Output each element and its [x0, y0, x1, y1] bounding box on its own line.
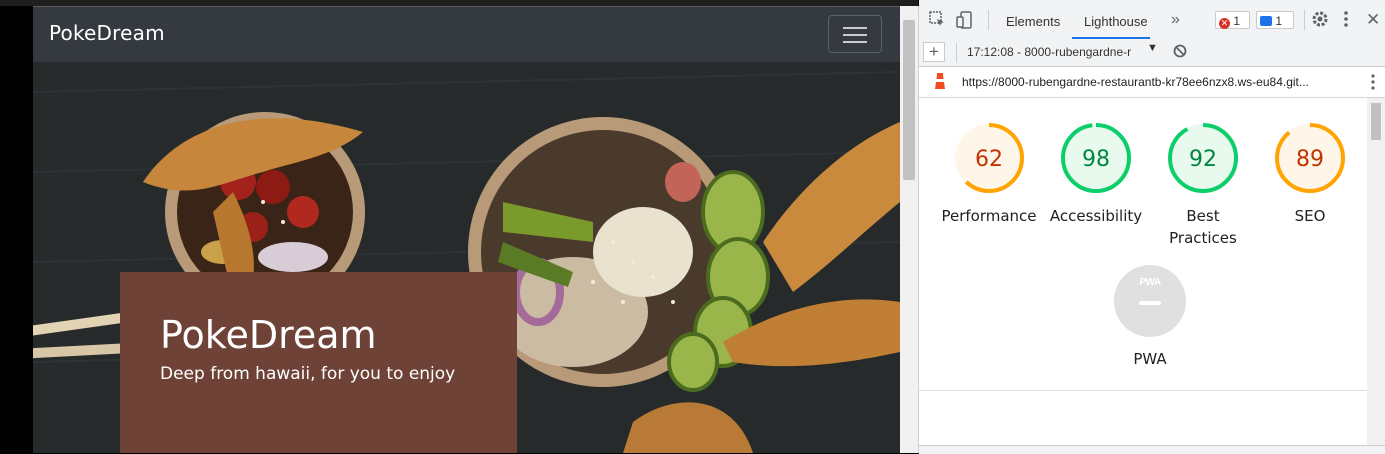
- hero-subtitle: Deep from hawaii, for you to enjoy: [160, 364, 456, 384]
- website-viewport: PokeDream PokeDream Deep from hawaii, fo…: [33, 6, 900, 453]
- score-value: 62: [975, 147, 1003, 172]
- devtools-tab-bar: Elements Lighthouse » ✕ 1 1 ✕: [919, 0, 1385, 41]
- report-url[interactable]: https://8000-rubengardne-restaurantb-kr7…: [962, 75, 1309, 89]
- gauge-best-practices[interactable]: 92 Best Practices: [1148, 121, 1258, 249]
- tab-separator: [988, 10, 989, 30]
- errors-badge[interactable]: ✕ 1: [1215, 11, 1250, 29]
- device-toolbar-icon[interactable]: [956, 11, 974, 33]
- report-url-bar: https://8000-rubengardne-restaurantb-kr7…: [919, 67, 1385, 98]
- score-value: 89: [1296, 147, 1324, 172]
- navbar-brand[interactable]: PokeDream: [49, 21, 165, 45]
- lighthouse-icon: [933, 73, 947, 96]
- score-label: Best Practices: [1169, 207, 1237, 247]
- error-icon: ✕: [1219, 18, 1230, 29]
- messages-badge[interactable]: 1: [1256, 11, 1294, 29]
- chevron-down-icon[interactable]: ▼: [1147, 42, 1158, 54]
- inspect-element-icon[interactable]: [929, 11, 945, 31]
- clear-icon[interactable]: [1173, 44, 1187, 63]
- tab-lighthouse[interactable]: Lighthouse: [1084, 14, 1148, 29]
- hamburger-icon-bar: [843, 41, 867, 43]
- hamburger-icon-bar: [843, 34, 867, 36]
- kebab-menu-icon[interactable]: [1343, 10, 1349, 32]
- score-label: Accessibility: [1049, 207, 1143, 225]
- message-icon: [1260, 16, 1272, 26]
- devtools-panel: Elements Lighthouse » ✕ 1 1 ✕ + 17:12:08…: [919, 0, 1385, 454]
- lighthouse-toolbar: + 17:12:08 - 8000-rubengardne-r ▼: [919, 40, 1385, 67]
- gauge-seo[interactable]: 89 SEO: [1255, 121, 1365, 227]
- report-menu-icon[interactable]: [1371, 74, 1375, 95]
- new-report-button[interactable]: +: [923, 42, 945, 62]
- tab-elements[interactable]: Elements: [1006, 14, 1060, 29]
- hero-carousel: PokeDream Deep from hawaii, for you to e…: [33, 62, 900, 453]
- report-divider: [919, 390, 1367, 391]
- report-scrollbar[interactable]: [1367, 98, 1385, 453]
- gauge-performance[interactable]: 62 Performance: [934, 121, 1044, 227]
- hero-title: PokeDream: [160, 313, 377, 357]
- score-value: 98: [1082, 147, 1110, 172]
- close-icon[interactable]: ✕: [1366, 10, 1380, 30]
- gear-icon[interactable]: [1311, 10, 1329, 32]
- hero-caption-box: PokeDream Deep from hawaii, for you to e…: [120, 272, 517, 453]
- tab-separator: [1304, 10, 1305, 30]
- gauge-accessibility[interactable]: 98 Accessibility: [1041, 121, 1151, 227]
- active-tab-indicator: [1072, 37, 1150, 39]
- page-scrollbar-thumb[interactable]: [903, 20, 915, 180]
- navbar: PokeDream: [33, 6, 900, 63]
- errors-count: 1: [1233, 14, 1241, 28]
- hamburger-icon: [843, 27, 867, 29]
- gauge-pwa[interactable]: PWA PWA: [1095, 264, 1205, 370]
- score-label: Performance: [941, 207, 1037, 225]
- score-label: SEO: [1294, 207, 1326, 225]
- report-scrollbar-thumb[interactable]: [1371, 103, 1381, 140]
- score-value: 92: [1189, 147, 1217, 172]
- toolbar-separator: [956, 43, 957, 63]
- more-tabs-button[interactable]: »: [1171, 11, 1180, 29]
- navbar-toggler-button[interactable]: [828, 15, 882, 53]
- page-scrollbar[interactable]: [900, 6, 918, 453]
- messages-count: 1: [1275, 14, 1283, 28]
- pwa-badge-text: PWA: [1139, 277, 1161, 288]
- score-label: PWA: [1133, 350, 1167, 368]
- lighthouse-report: 62 Performance 98 Accessibility 92 Best …: [919, 98, 1367, 453]
- report-selector[interactable]: 17:12:08 - 8000-rubengardne-r: [967, 45, 1147, 59]
- pwa-badge-icon: [1114, 265, 1186, 337]
